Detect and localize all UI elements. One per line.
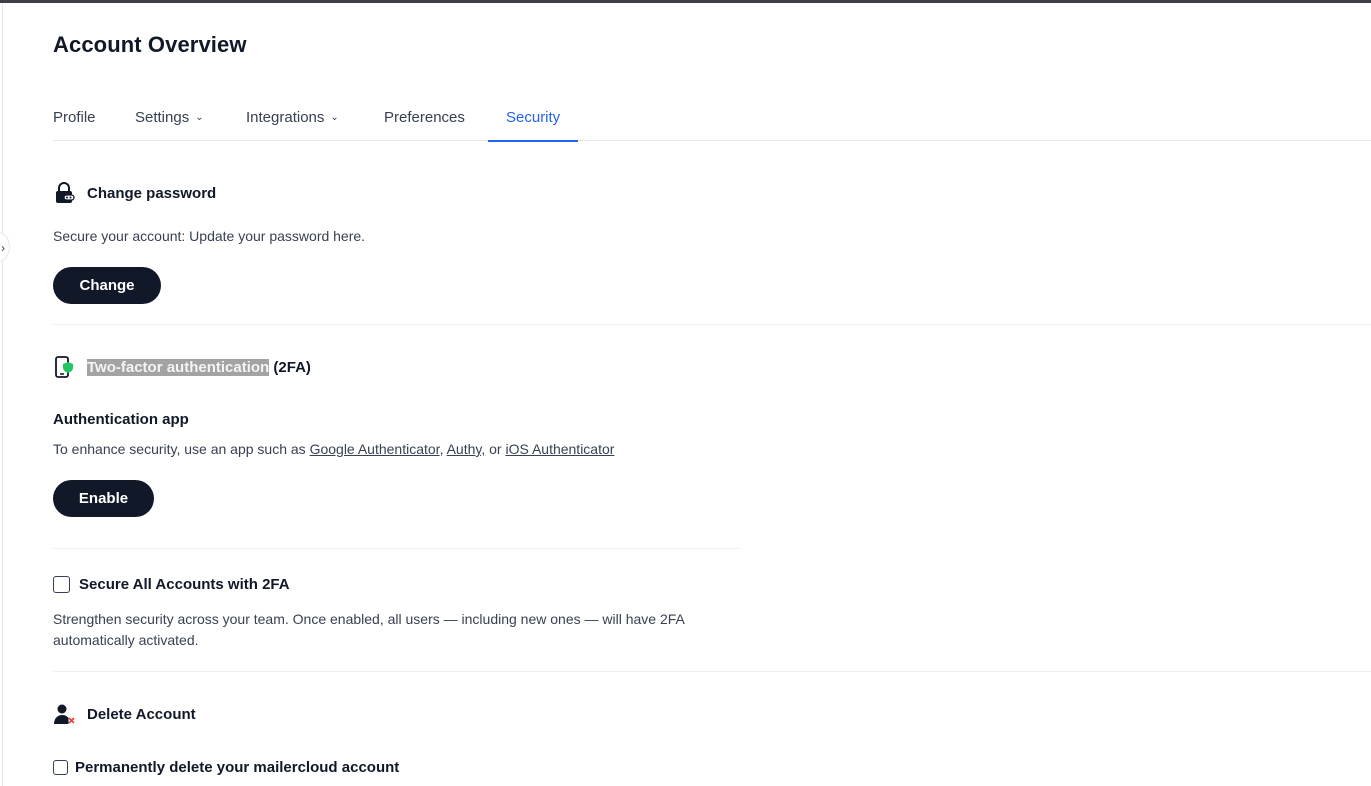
sidebar-collapse-handle[interactable]: › <box>0 232 10 262</box>
highlighted-title-text: Two-factor authentication <box>87 358 270 376</box>
delete-account-checkbox[interactable] <box>53 760 68 775</box>
window-top-bar <box>0 0 1371 3</box>
sidebar-edge <box>2 3 3 786</box>
tab-profile[interactable]: Profile <box>53 94 96 141</box>
page-title: Account Overview <box>53 32 247 57</box>
section-title: Change password <box>87 184 217 202</box>
google-authenticator-link[interactable]: Google Authenticator <box>310 441 440 457</box>
change-password-heading: Change password <box>53 182 216 204</box>
delete-account-row: Permanently delete your mailercloud acco… <box>53 759 399 776</box>
checkbox-label: Permanently delete your mailercloud acco… <box>75 759 400 776</box>
checkbox-label: Secure All Accounts with 2FA <box>79 576 290 593</box>
tab-label: Profile <box>53 109 96 126</box>
section-title: Two-factor authentication (2FA) <box>87 358 311 376</box>
separator: or <box>485 441 506 457</box>
tab-settings[interactable]: Settings ⌄ <box>135 94 204 141</box>
ios-authenticator-link[interactable]: iOS Authenticator <box>505 441 614 457</box>
secure-all-description-line1: Strengthen security across your team. On… <box>53 611 685 627</box>
tab-label: Security <box>506 109 561 126</box>
tab-label: Preferences <box>384 109 465 126</box>
phone-shield-icon <box>53 356 75 378</box>
auth-app-title: Authentication app <box>53 411 189 428</box>
section-divider <box>53 548 740 549</box>
secure-all-description-line2: automatically activated. <box>53 632 199 648</box>
two-factor-heading: Two-factor authentication (2FA) <box>53 356 311 378</box>
tab-label: Integrations <box>246 109 325 126</box>
title-suffix: (2FA) <box>269 358 311 376</box>
chevron-right-icon: › <box>1 241 5 255</box>
enable-2fa-button[interactable]: Enable <box>53 480 154 517</box>
tab-security[interactable]: Security <box>487 94 579 142</box>
description-text: To enhance security, use an app such as <box>53 441 310 457</box>
secure-all-accounts-row: Secure All Accounts with 2FA <box>53 576 290 593</box>
auth-app-description: To enhance security, use an app such as … <box>53 439 614 460</box>
lock-key-icon <box>53 182 75 204</box>
chevron-down-icon: ⌄ <box>195 112 204 123</box>
tab-bar: Profile Settings ⌄ Integrations ⌄ Prefer… <box>53 94 1371 142</box>
tab-label: Settings <box>135 109 190 126</box>
authy-link[interactable]: Authy, <box>447 441 486 457</box>
delete-account-heading: Delete Account <box>53 703 196 725</box>
separator: , <box>439 441 447 457</box>
tab-integrations[interactable]: Integrations ⌄ <box>246 94 339 141</box>
user-remove-icon <box>53 703 75 725</box>
secure-all-accounts-checkbox[interactable] <box>53 576 70 593</box>
change-password-description: Secure your account: Update your passwor… <box>53 228 366 244</box>
section-divider <box>53 671 1371 672</box>
tab-preferences[interactable]: Preferences <box>384 94 465 141</box>
chevron-down-icon: ⌄ <box>330 112 339 123</box>
section-title: Delete Account <box>87 705 196 723</box>
section-divider <box>53 324 1371 325</box>
change-password-button[interactable]: Change <box>53 267 161 304</box>
